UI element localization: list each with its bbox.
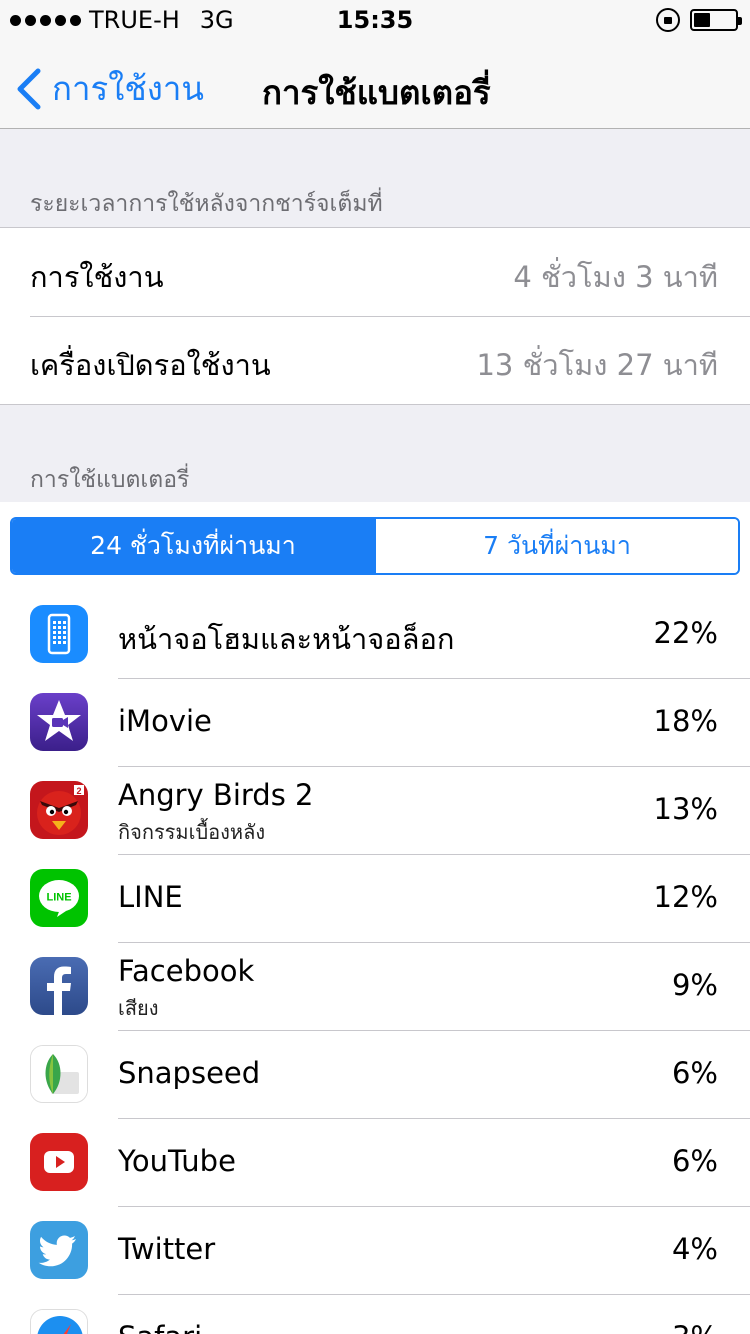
line-icon: LINE — [30, 869, 88, 927]
time-range-segmented-control: 24 ชั่วโมงที่ผ่านมา 7 วันที่ผ่านมา — [10, 517, 740, 575]
twitter-icon — [30, 1221, 88, 1279]
facebook-icon — [30, 957, 88, 1015]
usage-row: การใช้งาน 4 ชั่วโมง 3 นาที — [0, 228, 750, 316]
status-time: 15:35 — [336, 6, 414, 34]
standby-row-label: เครื่องเปิดรอใช้งาน — [30, 348, 271, 382]
app-name: LINE — [118, 880, 183, 914]
svg-text:2: 2 — [76, 786, 81, 796]
segment-7-days[interactable]: 7 วันที่ผ่านมา — [374, 519, 738, 573]
back-button-label: การใช้งาน — [52, 69, 204, 108]
app-percent: 3% — [672, 1320, 718, 1334]
status-right — [656, 8, 742, 32]
app-name: Snapseed — [118, 1056, 261, 1090]
app-name: Angry Birds 2 — [118, 778, 314, 812]
app-name: iMovie — [118, 704, 212, 738]
battery-icon — [690, 9, 742, 31]
standby-row: เครื่องเปิดรอใช้งาน 13 ชั่วโมง 27 นาที — [0, 316, 750, 404]
list-item[interactable]: Snapseed 6% — [0, 1030, 750, 1118]
angry-birds-icon: 2 — [30, 781, 88, 839]
rotation-lock-icon — [656, 8, 680, 32]
list-item[interactable]: Twitter 4% — [0, 1206, 750, 1294]
list-item[interactable]: iMovie 18% — [0, 678, 750, 766]
list-item[interactable]: หน้าจอโฮมและหน้าจอล็อก 22% — [0, 590, 750, 678]
navigation-bar: การใช้งาน การใช้แบตเตอรี่ — [0, 40, 750, 129]
list-item[interactable]: 2 Angry Birds 2 กิจกรรมเบื้องหลัง 13% — [0, 766, 750, 854]
usage-section-header: ระยะเวลาการใช้หลังจากชาร์จเต็มที่ — [30, 191, 383, 217]
list-item[interactable]: YouTube 6% — [0, 1118, 750, 1206]
app-percent: 18% — [653, 704, 718, 738]
app-usage-list: หน้าจอโฮมและหน้าจอล็อก 22% iMovie 18% 2 … — [0, 590, 750, 1334]
app-name: YouTube — [118, 1144, 236, 1178]
app-percent: 22% — [653, 616, 718, 650]
app-percent: 13% — [653, 792, 718, 826]
youtube-icon — [30, 1133, 88, 1191]
app-percent: 6% — [671, 1144, 718, 1178]
standby-row-value: 13 ชั่วโมง 27 นาที — [476, 348, 718, 382]
app-subtitle: กิจกรรมเบื้องหลัง — [118, 820, 266, 844]
app-percent: 4% — [671, 1232, 718, 1266]
app-subtitle: เสียง — [118, 996, 159, 1020]
list-item[interactable]: Facebook เสียง 9% — [0, 942, 750, 1030]
app-name: หน้าจอโฮมและหน้าจอล็อก — [118, 622, 455, 656]
list-item[interactable]: LINE LINE 12% — [0, 854, 750, 942]
svg-text:LINE: LINE — [46, 892, 71, 904]
snapseed-icon — [30, 1045, 88, 1103]
segment-24-hours[interactable]: 24 ชั่วโมงที่ผ่านมา — [12, 519, 374, 573]
chevron-left-icon — [17, 68, 41, 109]
app-percent: 12% — [653, 880, 718, 914]
usage-group: การใช้งาน 4 ชั่วโมง 3 นาที เครื่องเปิดรอ… — [0, 227, 750, 405]
app-percent: 9% — [671, 968, 718, 1002]
app-percent: 6% — [671, 1056, 718, 1090]
app-name: Safari — [118, 1320, 202, 1334]
safari-icon — [30, 1309, 88, 1334]
phone-screen-icon — [30, 605, 88, 663]
page-title: การใช้แบตเตอรี่ — [262, 73, 491, 112]
usage-row-value: 4 ชั่วโมง 3 นาที — [513, 260, 718, 294]
segment-container: 24 ชั่วโมงที่ผ่านมา 7 วันที่ผ่านมา — [0, 502, 750, 590]
app-name: Twitter — [118, 1232, 216, 1266]
imovie-icon — [30, 693, 88, 751]
list-item[interactable]: Safari 3% — [0, 1294, 750, 1334]
back-button[interactable]: การใช้งาน — [14, 62, 204, 115]
usage-row-label: การใช้งาน — [30, 260, 164, 294]
battery-section-header: การใช้แบตเตอรี่ — [30, 467, 190, 493]
app-name: Facebook — [118, 954, 255, 988]
status-bar: TRUE-H 3G 15:35 — [0, 0, 750, 40]
